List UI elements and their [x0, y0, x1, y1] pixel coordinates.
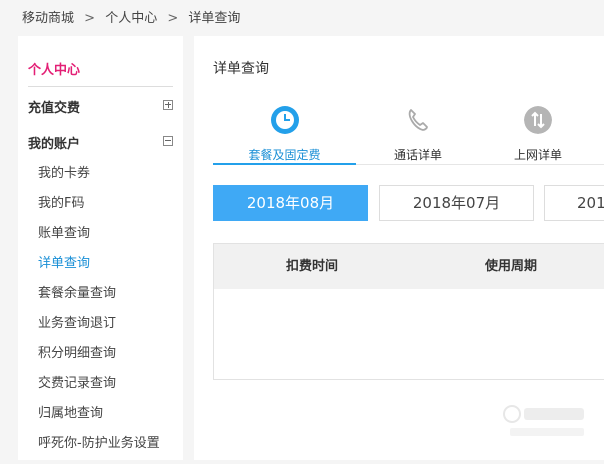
sidebar-divider — [28, 86, 173, 87]
sidebar: 个人中心 充值交费 我的账户 我的卡券 我的F码 账单查询 详单查询 套餐余量查… — [18, 36, 183, 460]
sidebar-subnav: 我的卡券 我的F码 账单查询 详单查询 套餐余量查询 业务查询退订 积分明细查询… — [38, 164, 160, 464]
month-button-2018-07[interactable]: 2018年07月 — [379, 185, 534, 221]
column-header-charge-time: 扣费时间 — [286, 259, 339, 274]
tab-label: 通话详单 — [393, 148, 442, 162]
sidebar-group-my-account[interactable]: 我的账户 — [28, 133, 173, 153]
breadcrumb-item-personal-center[interactable]: 个人中心 — [105, 7, 157, 26]
tab-call-details[interactable]: 通话详单 — [363, 96, 473, 166]
tab-label: 套餐及固定费 — [248, 148, 321, 162]
month-button-2018-08[interactable]: 2018年08月 — [213, 185, 368, 221]
sidebar-title[interactable]: 个人中心 — [28, 59, 80, 78]
tab-package-fixed-fee[interactable]: 套餐及固定费 — [213, 96, 356, 166]
column-header-usage-period: 使用周期 — [485, 259, 538, 274]
sidebar-item-payment-records[interactable]: 交费记录查询 — [38, 374, 160, 404]
tab-label: 上网详单 — [513, 148, 562, 162]
sidebar-item-points-detail[interactable]: 积分明细查询 — [38, 344, 160, 374]
clock-icon — [271, 106, 299, 134]
phone-icon — [408, 109, 428, 131]
sidebar-group-recharge[interactable]: 充值交费 — [28, 97, 173, 117]
sidebar-item-service-unsubscribe[interactable]: 业务查询退订 — [38, 314, 160, 344]
sidebar-item-number-location[interactable]: 归属地查询 — [38, 404, 160, 434]
sidebar-item-my-coupons[interactable]: 我的卡券 — [38, 164, 160, 194]
data-arrows-icon — [524, 106, 552, 134]
expand-plus-icon[interactable] — [163, 100, 173, 110]
month-button-2018-06[interactable]: 201 — [544, 185, 604, 221]
sidebar-group-label: 我的账户 — [28, 137, 81, 152]
breadcrumb-item-current: 详单查询 — [188, 11, 241, 26]
breadcrumb-separator: > — [167, 11, 179, 26]
sidebar-item-package-balance[interactable]: 套餐余量查询 — [38, 284, 160, 314]
breadcrumb-separator: > — [84, 11, 96, 26]
breadcrumb-item-mall[interactable]: 移动商城 — [22, 7, 74, 26]
collapse-minus-icon[interactable] — [163, 136, 173, 146]
detail-tabs: 套餐及固定费 通话详单 上网详单 — [213, 96, 604, 166]
sidebar-group-label: 充值交费 — [28, 101, 81, 116]
main-panel: 详单查询 套餐及固定费 通话详单 上网详单 2018年08月 2018年07月 … — [194, 36, 604, 460]
sidebar-item-bill-query[interactable]: 账单查询 — [38, 224, 160, 254]
breadcrumb: 移动商城 > 个人中心 > 详单查询 — [22, 7, 240, 26]
sidebar-item-my-f-code[interactable]: 我的F码 — [38, 194, 160, 224]
detail-table: 扣费时间 使用周期 — [213, 243, 604, 380]
watermark-logo — [503, 405, 584, 436]
page-title: 详单查询 — [213, 61, 269, 77]
sidebar-item-detail-query[interactable]: 详单查询 — [38, 254, 160, 284]
table-header: 扣费时间 使用周期 — [214, 244, 604, 289]
active-tab-indicator — [213, 163, 356, 165]
tab-data-details[interactable]: 上网详单 — [483, 96, 593, 166]
